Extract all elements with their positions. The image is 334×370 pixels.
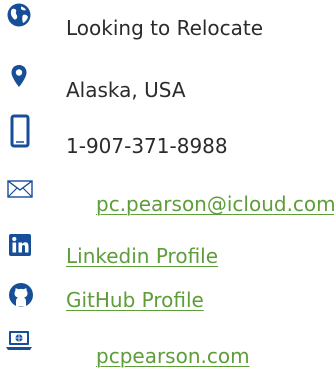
linkedin-item[interactable]: Linkedin Profile <box>0 232 334 272</box>
phone-text: 1-907-371-8988 <box>66 134 228 158</box>
email-item[interactable]: pc.pearson@icloud.com <box>0 176 334 216</box>
envelope-icon <box>7 180 33 198</box>
map-pin-icon <box>11 65 27 87</box>
relocation-item: Looking to Relocate <box>0 0 334 40</box>
mobile-phone-icon <box>10 114 30 148</box>
linkedin-icon <box>9 234 31 256</box>
email-link[interactable]: pc.pearson@icloud.com <box>96 192 334 216</box>
location-item: Alaska, USA <box>0 58 334 102</box>
github-link[interactable]: GitHub Profile <box>66 288 204 312</box>
relocation-text: Looking to Relocate <box>66 16 264 40</box>
phone-item: 1-907-371-8988 <box>0 114 334 158</box>
location-text: Alaska, USA <box>66 78 186 102</box>
linkedin-link[interactable]: Linkedin Profile <box>66 244 218 268</box>
github-icon <box>9 283 33 307</box>
website-link[interactable]: pcpearson.com <box>96 344 250 368</box>
globe-icon <box>7 3 31 27</box>
website-item[interactable]: pcpearson.com <box>0 330 334 370</box>
laptop-globe-icon <box>6 331 32 350</box>
github-item[interactable]: GitHub Profile <box>0 282 334 322</box>
